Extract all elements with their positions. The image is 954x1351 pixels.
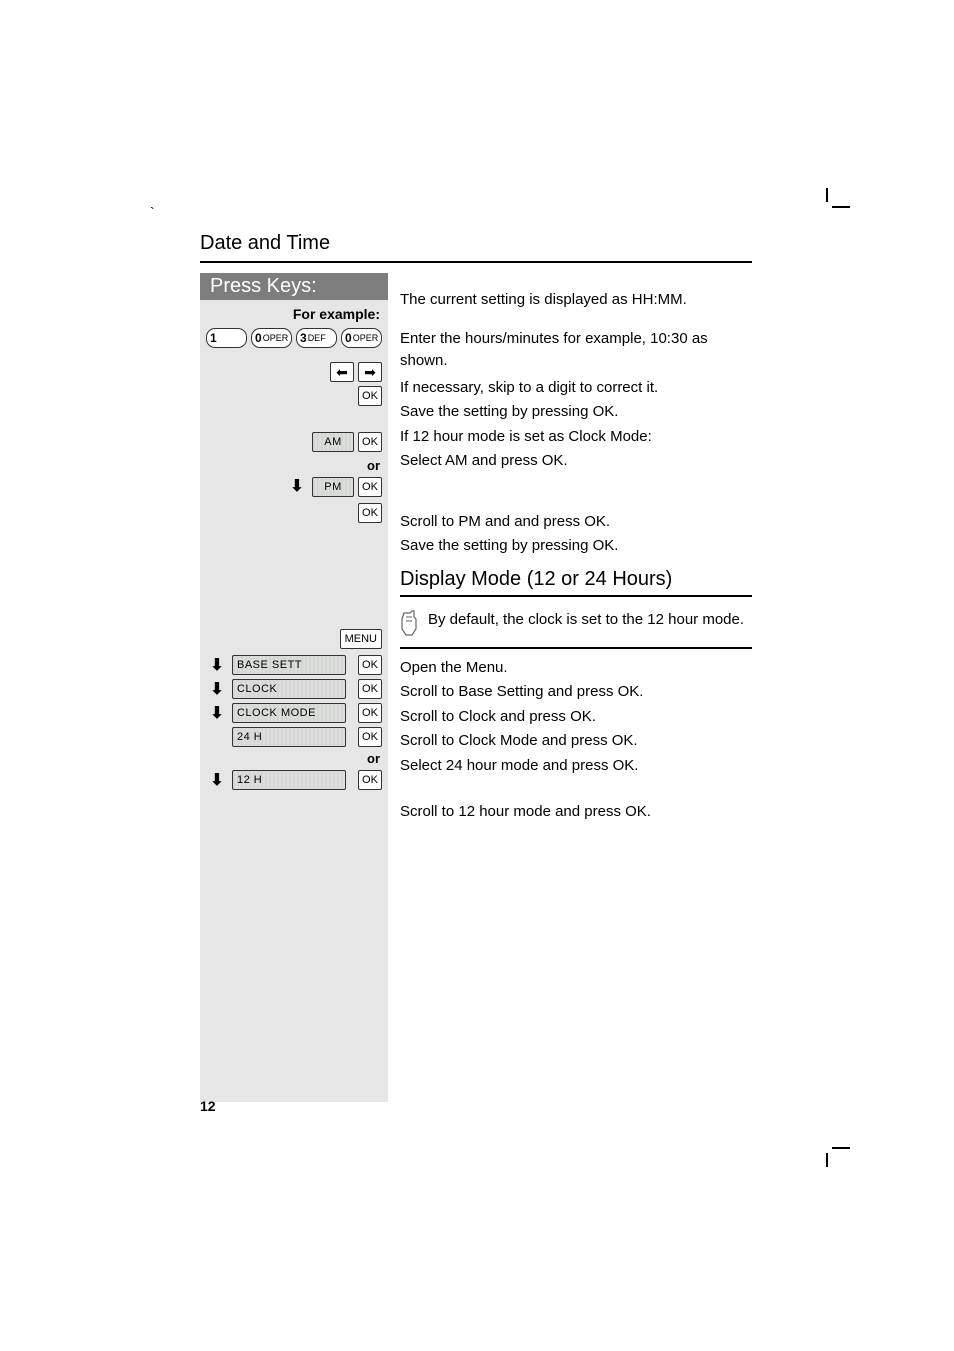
press-keys-header: Press Keys: [200,273,388,300]
instr-enter-time: Enter the hours/minutes for example, 10:… [400,326,752,375]
clock-row: ⬇ CLOCK OK [200,677,388,701]
subsection-display-mode: Display Mode (12 or 24 Hours) [400,560,752,597]
base-sett-row: ⬇ BASE SETT OK [200,653,388,677]
crop-mark-bottom-right [820,1139,844,1163]
ok-key: OK [358,727,382,747]
pm-display: PM [312,477,354,497]
instr-select-24h: Select 24 hour mode and press OK. [400,755,752,780]
note-box: By default, the clock is set to the 12 h… [400,603,752,649]
ok-key: OK [358,679,382,699]
24h-row: 24 H OK [200,725,388,749]
instr-save-ok-2: Save the setting by pressing OK. [400,535,752,560]
nav-arrows-row: ⬅ ➡ [200,352,388,384]
note-text: By default, the clock is set to the 12 h… [428,609,744,630]
instr-save-ok-1: Save the setting by pressing OK. [400,401,752,426]
instr-scroll-12h: Scroll to 12 hour mode and press OK. [400,801,752,826]
ok-key: OK [358,503,382,523]
instr-select-am: Select AM and press OK. [400,450,752,475]
12h-row: ⬇ 12 H OK [200,768,388,792]
ok-key: OK [358,477,382,497]
right-arrow-key: ➡ [358,362,382,382]
menu-key: MENU [340,629,382,649]
pointing-hand-icon [400,609,420,637]
or-label-2: or [200,749,388,768]
page-number: 12 [200,1098,216,1114]
instr-scroll-base: Scroll to Base Setting and press OK. [400,681,752,706]
down-arrow-icon: ⬇ [206,680,228,698]
instr-open-menu: Open the Menu. [400,657,752,682]
or-label: or [200,456,388,475]
section-title: Date and Time [200,232,752,263]
instr-scroll-clock: Scroll to Clock and press OK. [400,706,752,731]
12h-display: 12 H [232,770,346,790]
clock-display: CLOCK [232,679,346,699]
instr-scroll-clockmode: Scroll to Clock Mode and press OK. [400,730,752,755]
clock-mode-display: CLOCK MODE [232,703,346,723]
keypad-key-1: 1 [206,328,247,348]
ok-key: OK [358,386,382,406]
down-arrow-icon: ⬇ [286,477,308,495]
ok-key: OK [358,770,382,790]
ok-row-1: OK [200,384,388,410]
keypad-key-0: 0OPER [251,328,292,348]
am-ok-row: AM OK [200,430,388,456]
24h-display: 24 H [232,727,346,747]
ok-row-2: OK [200,501,388,527]
ok-key: OK [358,655,382,675]
down-arrow-icon: ⬇ [206,704,228,722]
instruction-column: The current setting is displayed as HH:M… [388,273,752,1102]
for-example-label: For example: [200,300,388,326]
down-arrow-icon: ⬇ [206,771,228,789]
ok-key: OK [358,703,382,723]
keypad-key-0b: 0OPER [341,328,382,348]
instr-current-setting: The current setting is displayed as HH:M… [400,287,752,314]
press-keys-column: Press Keys: For example: 1 0OPER 3DEF 0O… [200,273,388,1102]
base-sett-display: BASE SETT [232,655,346,675]
instr-scroll-pm: Scroll to PM and and press OK. [400,509,752,536]
instr-if-12h: If 12 hour mode is set as Clock Mode: [400,426,752,451]
manual-page: Date and Time Press Keys: For example: 1… [0,0,954,1102]
left-arrow-key: ⬅ [330,362,354,382]
clock-mode-row: ⬇ CLOCK MODE OK [200,701,388,725]
am-display: AM [312,432,354,452]
down-arrow-icon: ⬇ [206,656,228,674]
ok-key: OK [358,432,382,452]
keypad-key-3: 3DEF [296,328,337,348]
instr-skip-digit: If necessary, skip to a digit to correct… [400,375,752,402]
pm-ok-row: ⬇ PM OK [200,475,388,501]
keypad-example-row: 1 0OPER 3DEF 0OPER [200,326,388,352]
menu-key-row: MENU [200,627,388,653]
